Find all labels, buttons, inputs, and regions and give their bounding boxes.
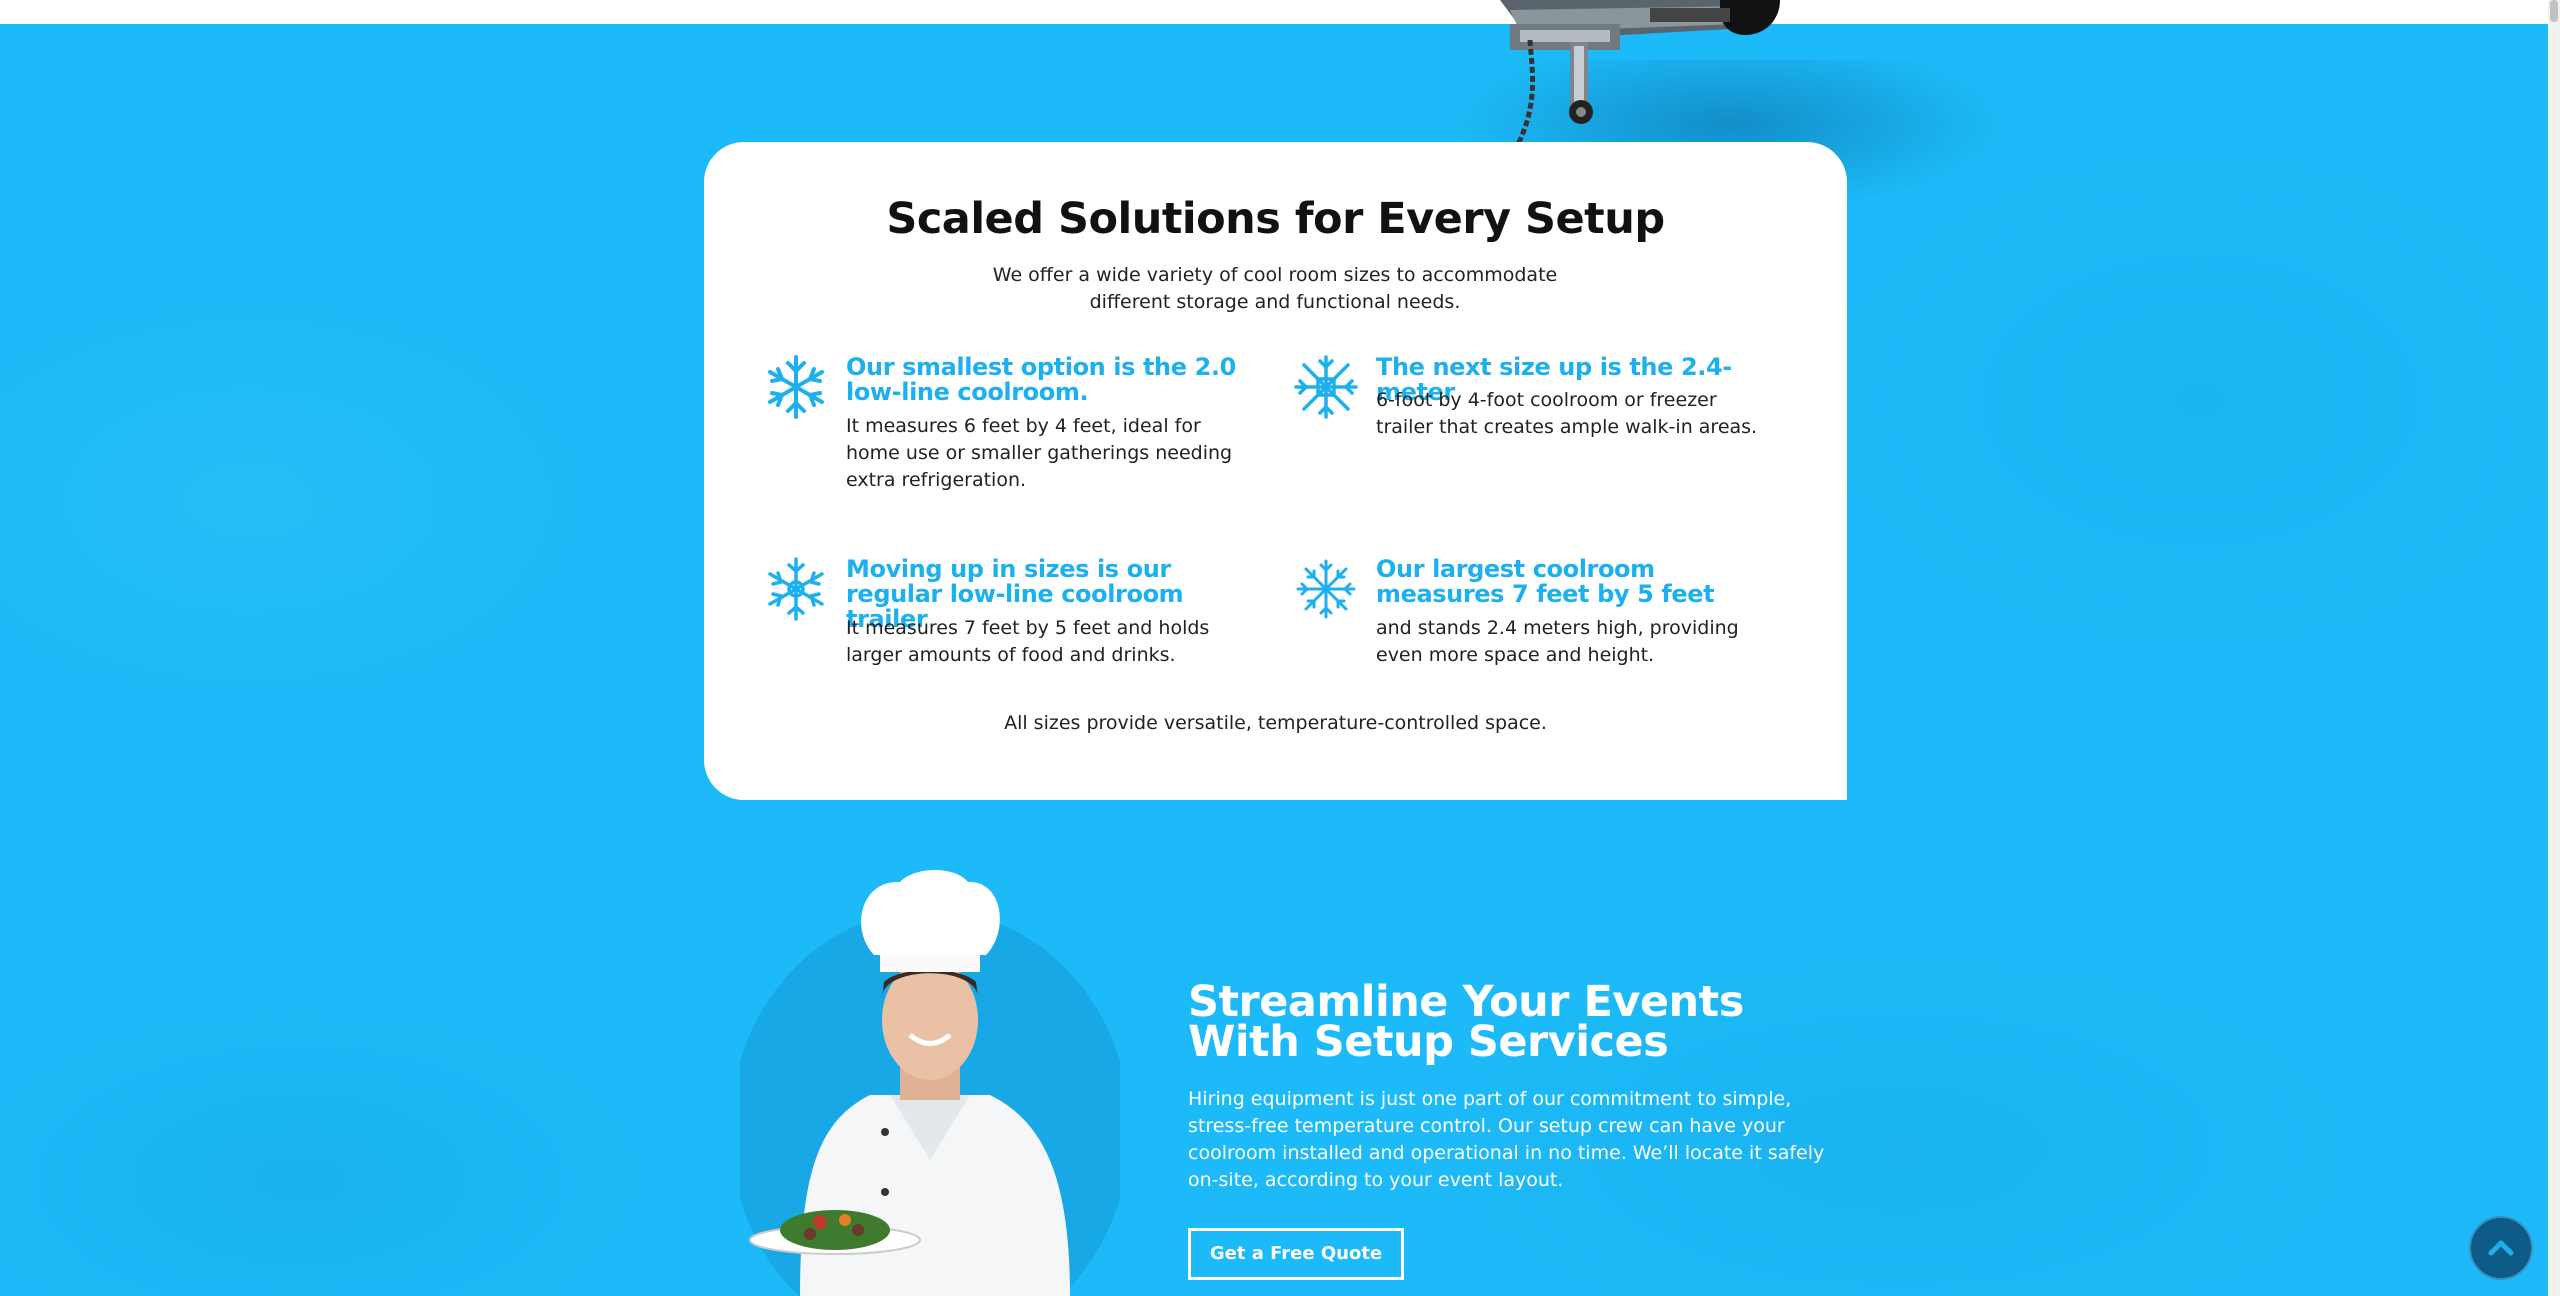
feature-item: Our smallest option is the 2.0 low-line … (764, 355, 1236, 505)
feature-text: It measures 6 feet by 4 feet, ideal for … (846, 415, 1233, 491)
feature-text: It measures 7 feet by 5 feet and holds l… (846, 617, 1210, 666)
feature-text: and stands 2.4 meters high, providing ev… (1376, 617, 1739, 666)
streamline-title-line-2: With Setup Services (1188, 1017, 1669, 1067)
streamline-title-line-1: Streamline Your Events (1188, 977, 1744, 1027)
feature-item: Moving up in sizes is our regular low-li… (764, 557, 1234, 677)
scroll-to-top-button[interactable] (2469, 1216, 2533, 1280)
snowflake-icon (1296, 559, 1356, 619)
scrollbar[interactable] (2548, 0, 2560, 1296)
streamline-title: Streamline Your Events With Setup Servic… (1188, 977, 1788, 1067)
snowflake-icon (1294, 355, 1358, 419)
feature-item: Our largest coolroom measures 7 feet by … (1294, 557, 1764, 677)
feature-text: 6-foot by 4-foot coolroom or freezer tra… (1376, 389, 1758, 438)
feature-item: The next size up is the 2.4-meter 6-foot… (1294, 355, 1764, 475)
feature-title: Our smallest option is the 2.0 low-line … (846, 353, 1236, 406)
section-title: Scaled Solutions for Every Setup (886, 194, 1665, 244)
streamline-body: Hiring equipment is just one part of our… (1188, 1088, 1825, 1191)
feature-title: Our largest coolroom measures 7 feet by … (1376, 555, 1715, 608)
header-strip (0, 0, 2548, 24)
section-footer-note: All sizes provide versatile, temperature… (1004, 712, 1547, 734)
scrollbar-thumb[interactable] (2550, 0, 2558, 22)
snowflake-icon (768, 557, 824, 621)
chevron-up-icon (2488, 1240, 2514, 1256)
sizes-card: Scaled Solutions for Every Setup We offe… (704, 142, 1847, 800)
get-free-quote-button[interactable]: Get a Free Quote (1188, 1228, 1404, 1280)
chef-image (740, 870, 1120, 1296)
section-intro: We offer a wide variety of cool room siz… (992, 264, 1558, 313)
snowflake-icon (768, 355, 824, 419)
